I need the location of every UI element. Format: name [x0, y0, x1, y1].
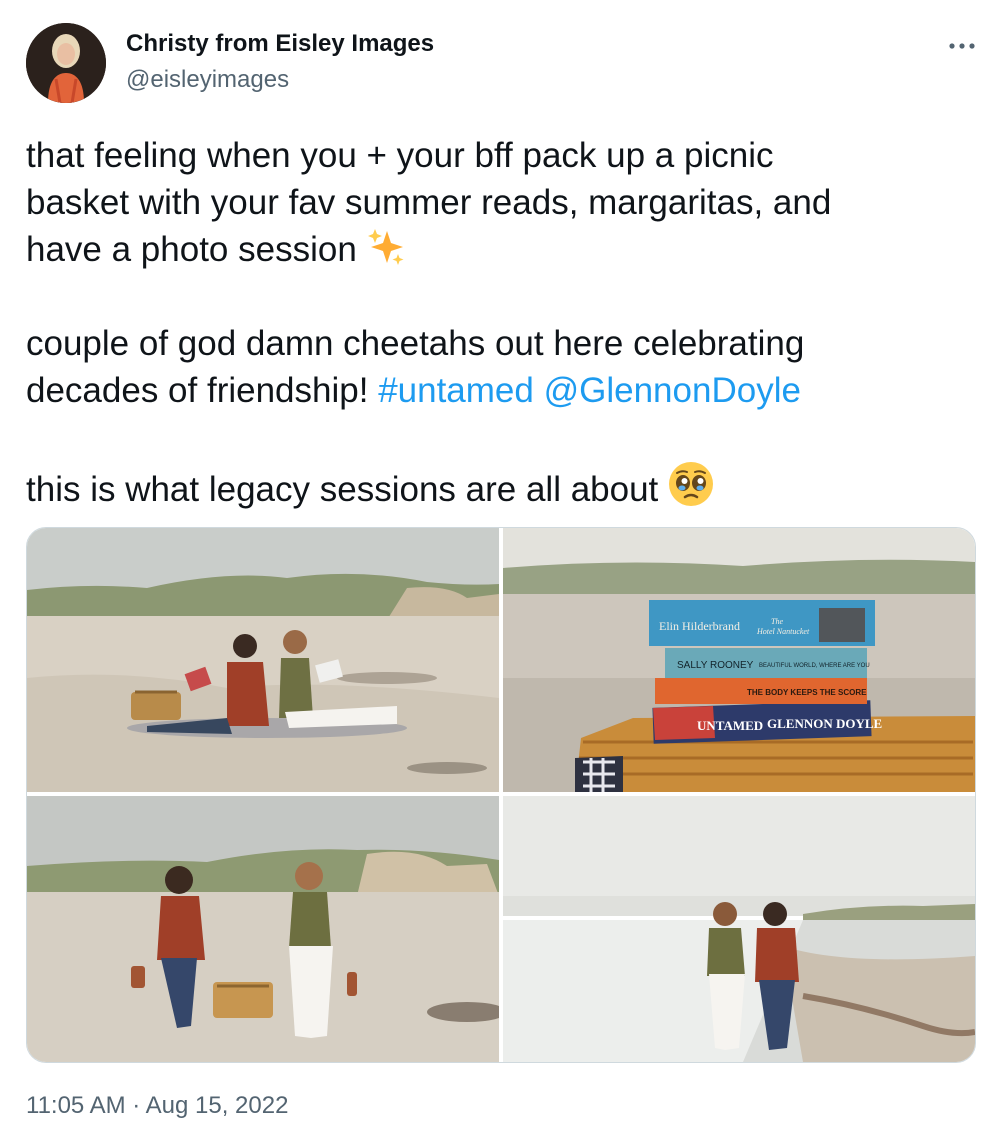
- tweet-text-segment: this is what legacy sessions are all abo…: [26, 470, 659, 509]
- avatar[interactable]: [26, 23, 106, 103]
- more-options-button[interactable]: [942, 28, 982, 64]
- book-untamed-author: GLENNON DOYLE: [767, 716, 882, 731]
- pleading-face-icon: [668, 461, 714, 519]
- tweet-timestamp[interactable]: 11:05 AM · Aug 15, 2022: [26, 1092, 288, 1120]
- hashtag-link[interactable]: #untamed: [378, 371, 534, 410]
- tweet-text-segment: decades of friendship!: [26, 371, 369, 410]
- book-hilderbrand-title-a: The: [771, 617, 783, 626]
- photo-book-stack[interactable]: UNTAMED GLENNON DOYLE THE BODY KEEPS THE…: [503, 528, 975, 792]
- photo-beach-picnic[interactable]: [27, 528, 499, 792]
- author-handle[interactable]: @eisleyimages: [126, 66, 289, 94]
- walking-away-image: [27, 796, 499, 1062]
- tweet: Christy from Eisley Images @eisleyimages…: [0, 0, 1000, 1144]
- photo-walking-away[interactable]: [27, 796, 499, 1062]
- book-sally-rooney-author: SALLY ROONEY: [677, 660, 754, 671]
- sparkles-icon: [367, 227, 407, 279]
- profile-photo-icon: [26, 23, 106, 103]
- photo-shore-walk[interactable]: [503, 796, 975, 1062]
- author-display-name[interactable]: Christy from Eisley Images: [126, 30, 434, 58]
- tweet-text-line: this is what legacy sessions are all abo…: [26, 461, 714, 519]
- book-hilderbrand-title-b: Hotel Nantucket: [756, 627, 810, 636]
- tweet-text-segment: have a photo session: [26, 230, 357, 269]
- tweet-text-line: couple of god damn cheetahs out here cel…: [26, 324, 805, 363]
- book-untamed-title: UNTAMED: [697, 718, 763, 733]
- book-sally-rooney-title: BEAUTIFUL WORLD, WHERE ARE YOU: [759, 663, 870, 669]
- book-body-keeps-score-title: THE BODY KEEPS THE SCORE: [747, 688, 867, 697]
- book-hilderbrand-author: Elin Hilderbrand: [659, 619, 740, 633]
- tweet-text-line: that feeling when you + your bff pack up…: [26, 136, 774, 175]
- shore-walk-image: [503, 796, 975, 1062]
- tweet-text-line: decades of friendship! #untamed @Glennon…: [26, 367, 801, 414]
- more-options-icon: [949, 43, 975, 49]
- tweet-text-line: have a photo session: [26, 226, 407, 279]
- beach-picnic-image: [27, 528, 499, 792]
- mention-link[interactable]: @GlennonDoyle: [544, 371, 801, 410]
- media-grid: UNTAMED GLENNON DOYLE THE BODY KEEPS THE…: [26, 527, 976, 1063]
- tweet-text-line: basket with your fav summer reads, marga…: [26, 183, 832, 222]
- book-stack-image: UNTAMED GLENNON DOYLE THE BODY KEEPS THE…: [503, 528, 975, 792]
